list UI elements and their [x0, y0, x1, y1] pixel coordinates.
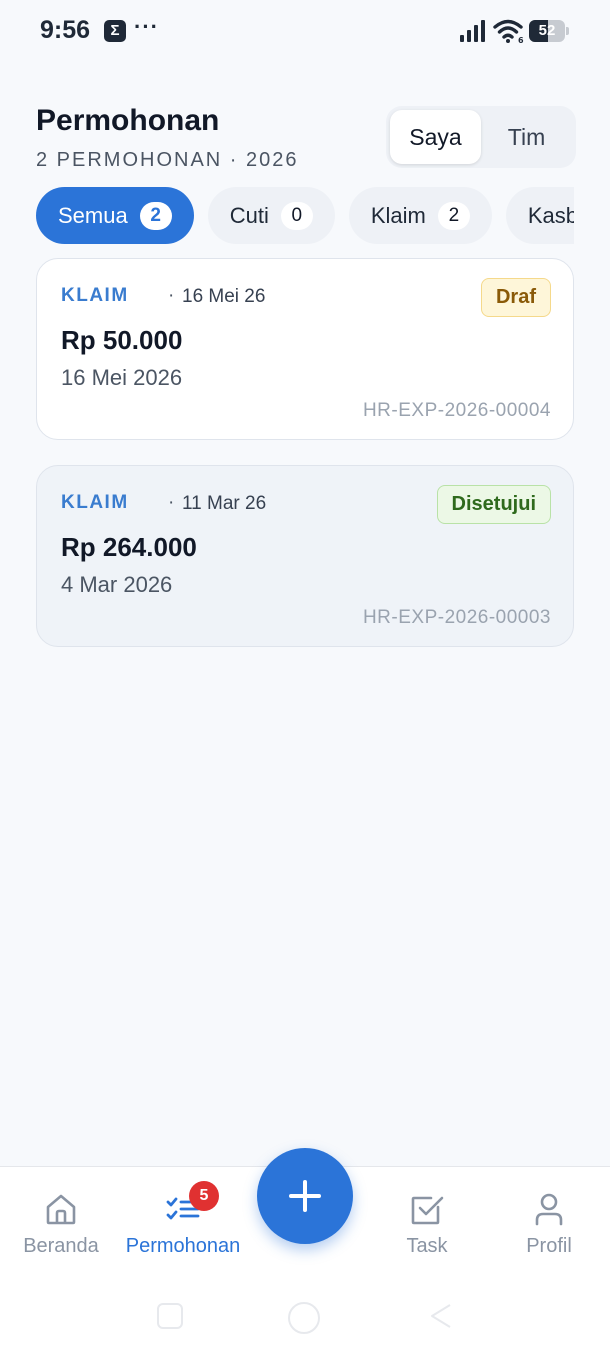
- filter-chip-kasbon[interactable]: Kasbon 0: [505, 187, 574, 244]
- battery-level: 52: [538, 22, 556, 39]
- nav-item-permohonan[interactable]: 5 Permohonan: [122, 1181, 244, 1258]
- status-time: 9:56: [40, 16, 91, 44]
- nav-item-task[interactable]: Task: [366, 1191, 488, 1258]
- status-badge: Disetujui: [436, 485, 551, 524]
- nav-item-profil[interactable]: Profil: [488, 1191, 610, 1258]
- request-expense-date: 4 Mar 2026: [61, 572, 173, 597]
- task-icon: [411, 1196, 444, 1225]
- nav-label: Permohonan: [125, 1235, 241, 1257]
- nav-label: Task: [406, 1235, 448, 1257]
- status-badge: Draf: [480, 278, 551, 317]
- request-amount: Rp 50.000: [61, 325, 183, 355]
- request-date: 11 Mar 26: [182, 493, 267, 514]
- system-navigation-bar: [0, 1276, 610, 1356]
- wifi-icon: 6: [493, 19, 524, 44]
- request-count-subtitle: 2 PERMOHONAN · 2026: [36, 149, 299, 171]
- filter-chip-klaim[interactable]: Klaim 2: [348, 187, 492, 244]
- request-type: KLAIM: [61, 492, 129, 513]
- request-card[interactable]: KLAIM · 11 Mar 26 Disetujui Rp 264.000 4…: [36, 465, 574, 647]
- request-code: HR-EXP-2026-00003: [362, 607, 551, 628]
- more-notifications-icon: ···: [134, 14, 159, 39]
- nav-label: Profil: [526, 1235, 572, 1257]
- filter-chip-count: 0: [280, 201, 313, 230]
- request-card[interactable]: KLAIM · 16 Mei 26 Draf Rp 50.000 16 Mei …: [36, 258, 574, 440]
- notification-app-icon: Σ: [104, 20, 126, 42]
- filter-chip-semua[interactable]: Semua 2: [36, 187, 194, 244]
- request-type: KLAIM: [61, 285, 129, 306]
- toggle-tim[interactable]: Tim: [481, 110, 572, 164]
- request-date: 16 Mei 26: [182, 286, 266, 307]
- filter-chip-label: Klaim: [370, 202, 426, 228]
- filter-chip-label: Kasbon: [527, 202, 574, 228]
- meta-separator: ·: [168, 492, 175, 513]
- meta-separator: ·: [168, 285, 175, 306]
- request-amount: Rp 264.000: [61, 532, 197, 562]
- toggle-saya[interactable]: Saya: [390, 110, 481, 164]
- nav-label: Beranda: [23, 1235, 99, 1257]
- filter-chip-count: 2: [139, 201, 172, 230]
- filter-chip-cuti[interactable]: Cuti 0: [207, 187, 335, 244]
- filter-chip-label: Semua: [58, 202, 128, 228]
- recents-icon[interactable]: [156, 1302, 184, 1330]
- svg-text:6: 6: [518, 36, 524, 44]
- filter-chip-count: 2: [437, 201, 470, 230]
- add-request-button[interactable]: [257, 1148, 353, 1244]
- scope-toggle: Saya Tim: [386, 106, 576, 168]
- battery-icon: 52: [529, 20, 569, 42]
- filter-chips[interactable]: Semua 2 Cuti 0 Klaim 2 Kasbon 0: [36, 187, 574, 245]
- notification-badge: 5: [189, 1181, 219, 1211]
- back-icon[interactable]: [428, 1302, 454, 1330]
- page-title: Permohonan: [36, 104, 220, 137]
- status-bar: 9:56 Σ ··· 6 52: [0, 0, 610, 64]
- nav-item-beranda[interactable]: Beranda: [0, 1191, 122, 1258]
- filter-chip-label: Cuti: [229, 202, 269, 228]
- home-icon: [46, 1194, 76, 1225]
- profile-icon: [535, 1193, 563, 1226]
- signal-icon: [460, 20, 485, 42]
- request-code: HR-EXP-2026-00004: [362, 400, 551, 421]
- home-button-icon[interactable]: [286, 1300, 322, 1336]
- plus-icon: [289, 1180, 321, 1212]
- request-expense-date: 16 Mei 2026: [61, 365, 183, 390]
